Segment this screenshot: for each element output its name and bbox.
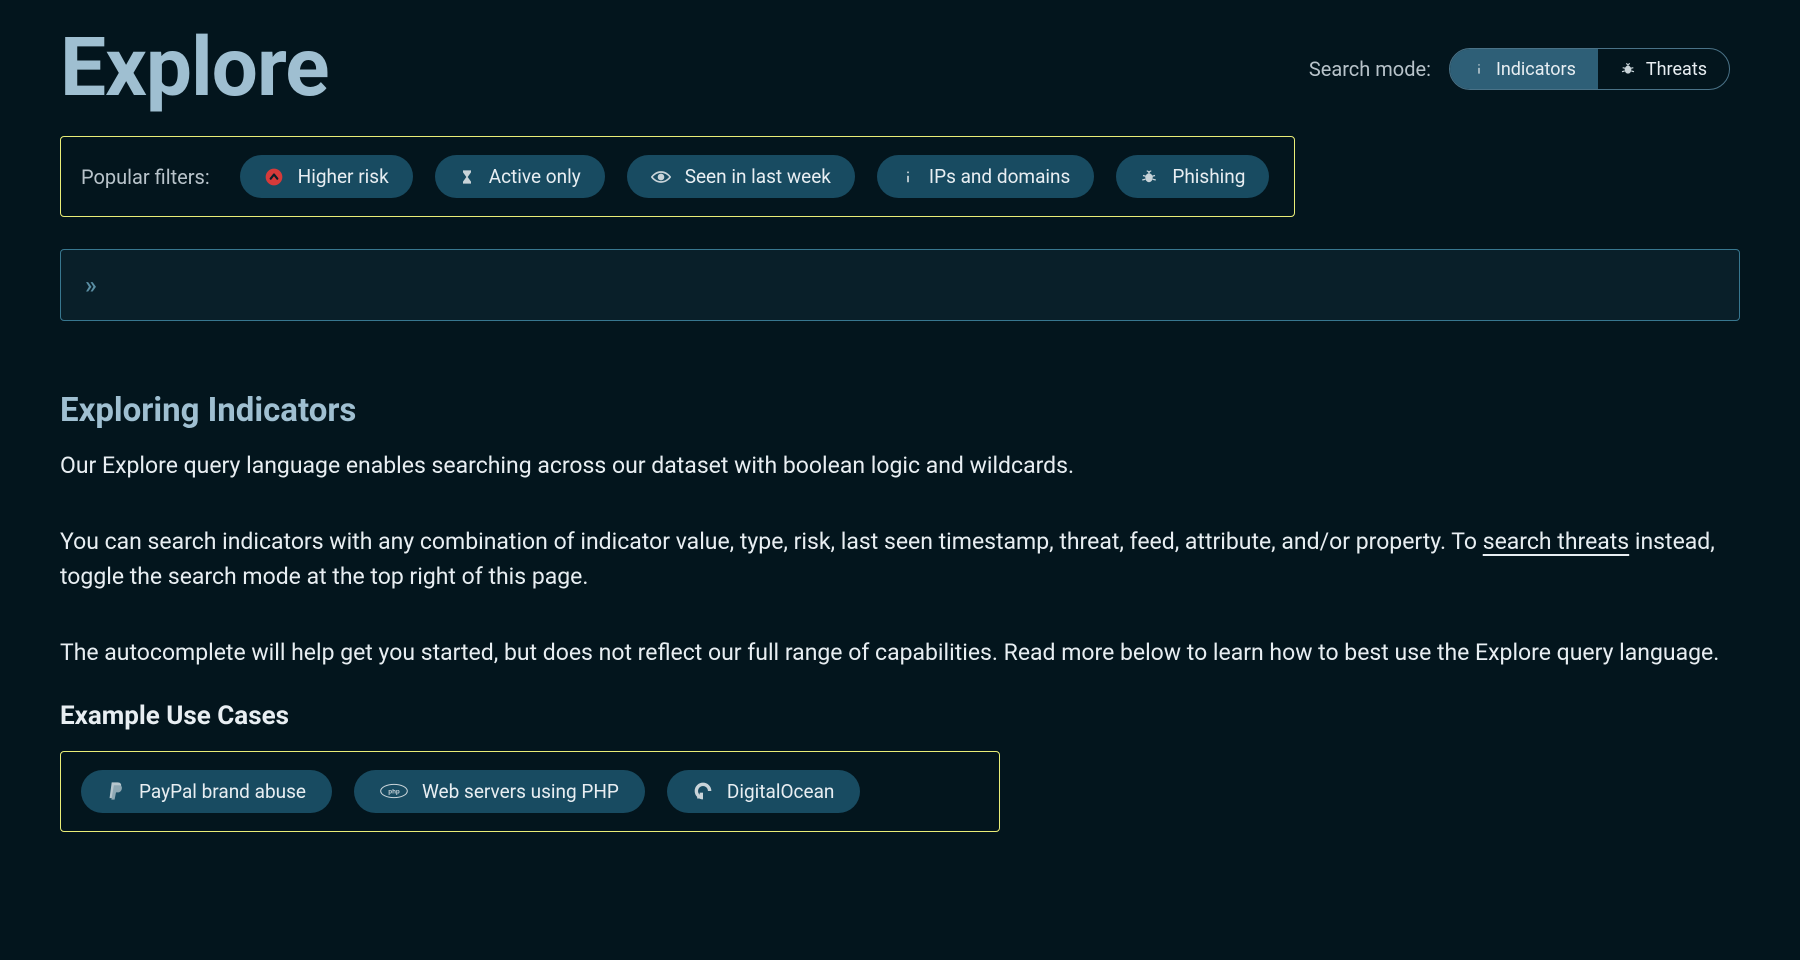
php-icon: php (380, 783, 408, 799)
usecase-digitalocean[interactable]: DigitalOcean (667, 770, 860, 813)
search-mode-toggle: Indicators Threats (1449, 48, 1730, 90)
paypal-icon (107, 781, 125, 801)
usecase-label: PayPal brand abuse (139, 780, 306, 803)
digitalocean-icon (693, 781, 713, 801)
content-p3: The autocomplete will help get you start… (60, 635, 1740, 671)
mode-indicators-button[interactable]: Indicators (1450, 49, 1598, 89)
hourglass-icon (459, 168, 475, 186)
filter-label: Phishing (1172, 165, 1245, 188)
svg-text:php: php (388, 789, 400, 796)
mode-threats-label: Threats (1646, 59, 1707, 80)
content-section: Exploring Indicators Our Explore query l… (60, 391, 1740, 832)
content-p1: Our Explore query language enables searc… (60, 448, 1740, 484)
filter-ips-domains[interactable]: IPs and domains (877, 155, 1094, 198)
popular-filters-label: Popular filters: (81, 165, 210, 189)
filter-label: Higher risk (298, 165, 389, 188)
eye-icon (651, 170, 671, 184)
filter-label: Seen in last week (685, 165, 831, 188)
filter-label: IPs and domains (929, 165, 1070, 188)
info-icon (901, 169, 915, 185)
bug-icon (1140, 168, 1158, 186)
bug-icon (1620, 61, 1636, 77)
page-title: Explore (60, 20, 329, 116)
usecase-label: Web servers using PHP (422, 780, 619, 803)
red-up-icon (264, 167, 284, 187)
search-input[interactable]: » (60, 249, 1740, 321)
usecase-label: DigitalOcean (727, 780, 834, 803)
mode-threats-button[interactable]: Threats (1598, 49, 1729, 89)
filter-higher-risk[interactable]: Higher risk (240, 155, 413, 198)
usecase-paypal[interactable]: PayPal brand abuse (81, 770, 332, 813)
popular-filters-box: Popular filters: Higher risk Active only… (60, 136, 1295, 217)
search-mode-row: Search mode: Indicators Threats (1309, 48, 1730, 90)
mode-indicators-label: Indicators (1496, 59, 1576, 80)
search-prompt-icon: » (85, 271, 97, 299)
info-icon (1472, 62, 1486, 76)
filter-phishing[interactable]: Phishing (1116, 155, 1269, 198)
content-heading: Exploring Indicators (60, 391, 1740, 430)
content-p2: You can search indicators with any combi… (60, 524, 1740, 595)
content-p2a: You can search indicators with any combi… (60, 528, 1483, 555)
usecase-php[interactable]: php Web servers using PHP (354, 770, 645, 813)
filter-active-only[interactable]: Active only (435, 155, 605, 198)
search-mode-label: Search mode: (1309, 57, 1431, 81)
filter-label: Active only (489, 165, 581, 188)
usecases-heading: Example Use Cases (60, 701, 1740, 731)
search-threats-link[interactable]: search threats (1483, 528, 1629, 555)
usecases-box: PayPal brand abuse php Web servers using… (60, 751, 1000, 832)
filter-seen-last-week[interactable]: Seen in last week (627, 155, 855, 198)
